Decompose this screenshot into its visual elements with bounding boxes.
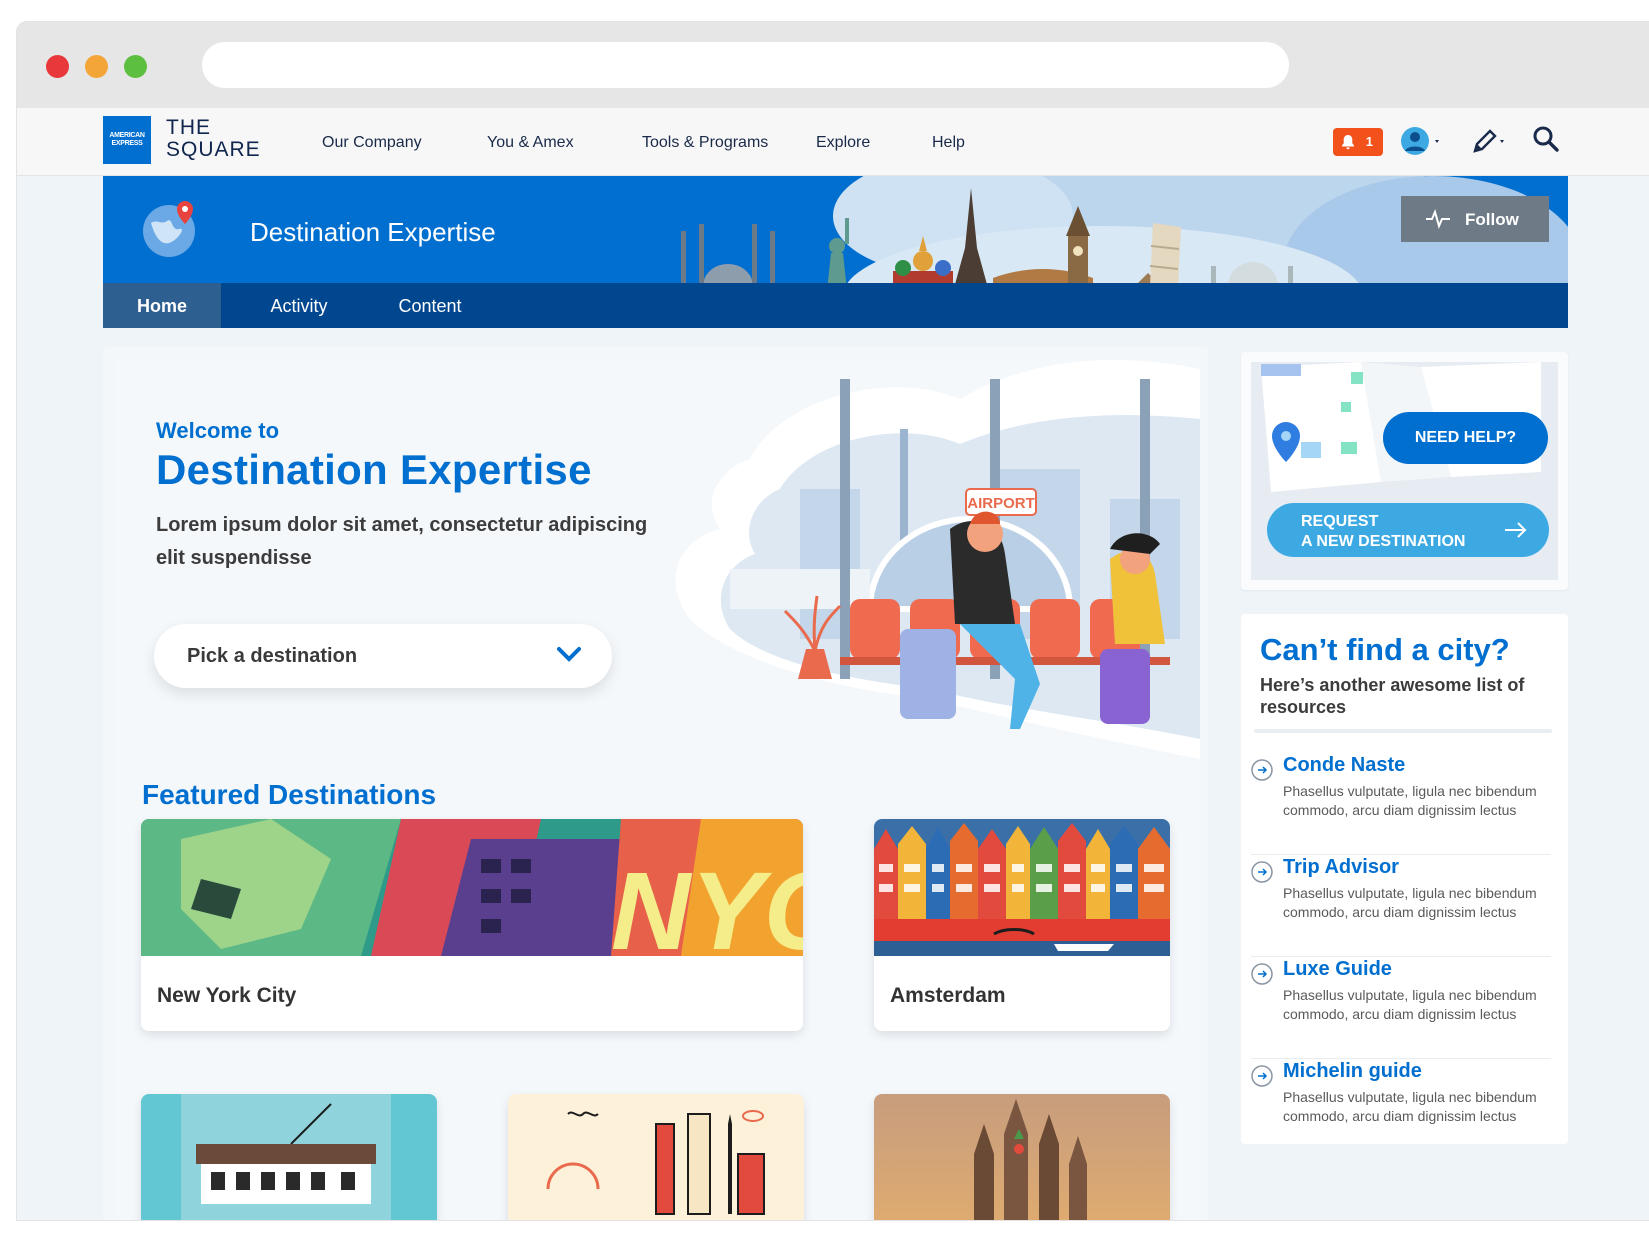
community-title: Destination Expertise: [250, 217, 496, 247]
resource-item[interactable]: Conde Naste Phasellus vulputate, ligula …: [1251, 754, 1551, 855]
site-logo-text[interactable]: THE SQUARE: [166, 117, 261, 161]
need-help-button[interactable]: NEED HELP?: [1383, 412, 1548, 464]
amsterdam-image: [874, 819, 1170, 956]
nyc-art-text: NYC: [611, 850, 803, 956]
search-icon: [1533, 126, 1559, 152]
tab-activity[interactable]: Activity: [251, 283, 347, 328]
resource-description: Phasellus vulputate, ligula nec bibendum…: [1283, 783, 1537, 818]
arrow-circle-icon: [1251, 861, 1273, 883]
amex-logo[interactable]: AMERICAN EXPRESS: [103, 116, 151, 164]
main-content-card: Welcome to Destination Expertise Lorem i…: [103, 347, 1208, 1220]
toronto-image: [508, 1094, 804, 1220]
minimize-window-button[interactable]: [85, 55, 108, 78]
compose-menu-button[interactable]: [1469, 124, 1509, 163]
arrow-circle-icon: [1251, 963, 1273, 985]
chevron-down-icon: [557, 647, 581, 662]
maximize-window-button[interactable]: [124, 55, 147, 78]
notifications-button[interactable]: 1: [1333, 128, 1383, 156]
airport-sign: AIRPORT: [967, 495, 1035, 512]
hero-subtitle: Lorem ipsum dolor sit amet, consectetur …: [156, 514, 648, 569]
barcelona-image: [874, 1094, 1170, 1220]
nav-link-tools-programs[interactable]: Tools & Programs: [642, 134, 768, 152]
bell-icon: [1342, 135, 1354, 150]
destination-card-barcelona[interactable]: [874, 1094, 1170, 1220]
resource-item[interactable]: Trip Advisor Phasellus vulputate, ligula…: [1251, 856, 1551, 957]
resource-description: Phasellus vulputate, ligula nec bibendum…: [1283, 987, 1537, 1022]
destination-dropdown[interactable]: Pick a destination: [154, 624, 612, 688]
activity-pulse-icon: [1426, 209, 1450, 229]
user-menu-button[interactable]: [1400, 124, 1444, 163]
resource-item[interactable]: Michelin guide Phasellus vulputate, ligu…: [1251, 1060, 1551, 1161]
resource-title[interactable]: Luxe Guide: [1283, 958, 1392, 981]
hero-title: Destination Expertise: [156, 446, 592, 493]
resource-description: Phasellus vulputate, ligula nec bibendum…: [1283, 885, 1537, 920]
airport-illustration: AIRPORT: [675, 360, 1200, 759]
resources-subtitle: Here’s another awesome list of resources: [1260, 675, 1525, 717]
welcome-text: Welcome to: [156, 418, 280, 443]
arrow-circle-icon: [1251, 759, 1273, 781]
follow-button[interactable]: Follow: [1401, 196, 1549, 242]
resource-item[interactable]: Luxe Guide Phasellus vulputate, ligula n…: [1251, 958, 1551, 1059]
resource-title[interactable]: Michelin guide: [1283, 1060, 1422, 1083]
community-subnav: Home Activity Content: [103, 283, 1568, 328]
globe-pin-icon: [141, 198, 201, 263]
logo-mark-text: AMERICAN EXPRESS: [109, 132, 145, 147]
divider: [1254, 729, 1552, 733]
arrow-right-icon: [1505, 522, 1527, 538]
logo-line-2: SQUARE: [166, 138, 261, 161]
follow-label: Follow: [1465, 210, 1519, 229]
nav-link-help[interactable]: Help: [932, 134, 965, 152]
avatar-icon: [1401, 127, 1439, 155]
resource-title[interactable]: Conde Naste: [1283, 754, 1405, 777]
resource-title[interactable]: Trip Advisor: [1283, 856, 1399, 879]
destination-card-toronto[interactable]: [508, 1094, 804, 1220]
card-label: New York City: [157, 984, 297, 1007]
nyc-image: NYC: [141, 819, 803, 956]
nav-link-our-company[interactable]: Our Company: [322, 134, 422, 152]
featured-heading: Featured Destinations: [142, 779, 437, 810]
search-button[interactable]: [1531, 124, 1561, 159]
notification-count: 1: [1365, 134, 1373, 149]
logo-line-1: THE: [166, 116, 211, 139]
nav-link-explore[interactable]: Explore: [816, 134, 870, 152]
tab-home[interactable]: Home: [103, 283, 221, 328]
top-navigation: AMERICAN EXPRESS THE SQUARE Our Company …: [17, 108, 1649, 176]
address-bar[interactable]: [202, 42, 1289, 88]
hero-section: Welcome to Destination Expertise Lorem i…: [115, 359, 1200, 1220]
browser-chrome: [17, 22, 1649, 108]
pencil-icon: [1473, 129, 1504, 153]
nav-link-you-and-amex[interactable]: You & Amex: [487, 134, 574, 152]
destination-card-amsterdam[interactable]: Amsterdam: [874, 819, 1170, 1031]
destination-card-nyc[interactable]: NYC New York City: [141, 819, 803, 1031]
resources-widget: Can’t find a city? Here’s another awesom…: [1241, 614, 1568, 1144]
community-banner: Destination Expertise Follow Home Activi…: [103, 176, 1568, 328]
destination-card-lisbon[interactable]: [141, 1094, 437, 1220]
browser-window: AMERICAN EXPRESS THE SQUARE Our Company …: [17, 22, 1649, 1220]
dropdown-value: Pick a destination: [187, 645, 358, 667]
resources-title: Can’t find a city?: [1260, 632, 1510, 667]
close-window-button[interactable]: [46, 55, 69, 78]
tab-content[interactable]: Content: [375, 283, 485, 328]
resource-description: Phasellus vulputate, ligula nec bibendum…: [1283, 1089, 1537, 1124]
arrow-circle-icon: [1251, 1065, 1273, 1087]
request-destination-button[interactable]: REQUEST A NEW DESTINATION: [1267, 503, 1549, 557]
lisbon-image: [141, 1094, 437, 1220]
card-label: Amsterdam: [890, 984, 1006, 1007]
need-help-widget: NEED HELP? REQUEST A NEW DESTINATION: [1241, 352, 1568, 590]
